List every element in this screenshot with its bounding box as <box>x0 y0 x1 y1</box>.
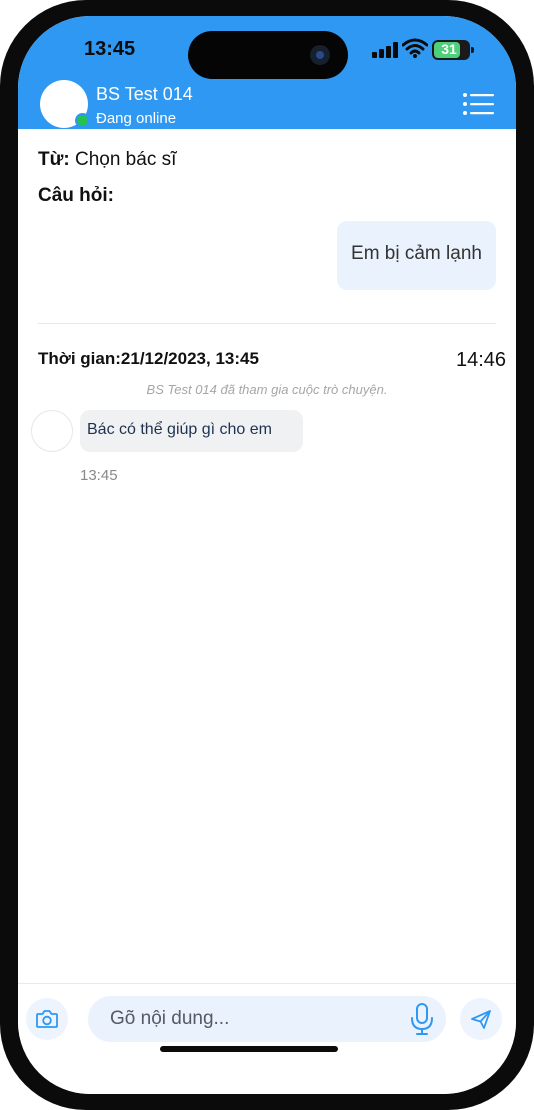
screen: 13:45 31 BS Test 014 Đang online Từ: Chọ… <box>18 16 516 1094</box>
side-button-left-1 <box>0 206 4 244</box>
from-label: Từ: <box>38 149 70 170</box>
divider <box>38 323 496 324</box>
from-row: Từ: Chọn bác sĩ <box>38 149 176 171</box>
message-input[interactable] <box>110 996 390 1042</box>
incoming-message: Bác có thể giúp gì cho em <box>80 410 303 452</box>
menu-list-icon[interactable] <box>462 92 494 116</box>
composer-bar <box>18 983 516 1094</box>
send-button[interactable] <box>460 998 502 1040</box>
front-camera <box>310 45 330 65</box>
battery-icon: 31 <box>432 40 474 60</box>
message-input-field[interactable] <box>88 996 446 1042</box>
home-indicator[interactable] <box>160 1046 338 1052</box>
question-label: Câu hỏi: <box>38 185 114 206</box>
conversation-time: Thời gian:21/12/2023, 13:45 <box>38 349 259 368</box>
camera-icon <box>36 1010 58 1028</box>
question-bubble: Em bị cảm lạnh <box>337 221 496 290</box>
system-message: BS Test 014 đã tham gia cuộc trò chuyện. <box>146 382 388 397</box>
chat-header: 13:45 31 BS Test 014 Đang online <box>18 16 516 129</box>
doctor-status: Đang online <box>96 110 177 127</box>
doctor-name: BS Test 014 <box>96 84 193 104</box>
dynamic-island <box>188 31 348 79</box>
send-icon <box>471 1010 491 1029</box>
doctor-message-avatar <box>31 410 73 452</box>
online-status-dot <box>75 113 90 128</box>
side-button-left-2 <box>0 288 4 368</box>
from-value: Chọn bác sĩ <box>69 149 177 170</box>
current-time: 14:46 <box>456 349 507 371</box>
message-time: 13:45 <box>80 467 118 484</box>
battery-level: 31 <box>441 41 457 57</box>
side-button-left-3 <box>0 396 4 476</box>
signal-icon <box>372 42 400 58</box>
wifi-icon <box>402 38 428 58</box>
microphone-icon[interactable] <box>408 1002 436 1036</box>
camera-button[interactable] <box>26 998 68 1040</box>
side-button-right <box>530 346 534 476</box>
status-time: 13:45 <box>84 38 136 60</box>
